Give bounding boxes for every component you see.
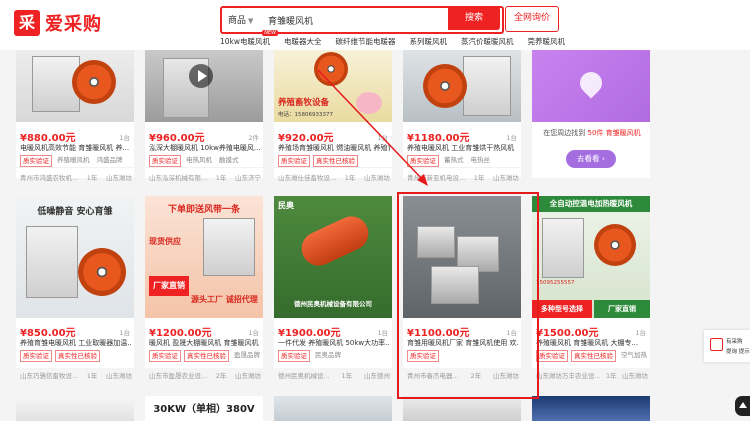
widget-line-1: 有采购 bbox=[726, 339, 743, 345]
widget-line-2: 提询 提示 bbox=[726, 349, 750, 355]
purchase-inquiry-widget[interactable]: 有采购 提询 提示 bbox=[704, 330, 750, 362]
back-to-top-icon[interactable] bbox=[735, 396, 750, 416]
message-icon bbox=[710, 338, 723, 351]
annotation-arrow bbox=[317, 69, 428, 186]
